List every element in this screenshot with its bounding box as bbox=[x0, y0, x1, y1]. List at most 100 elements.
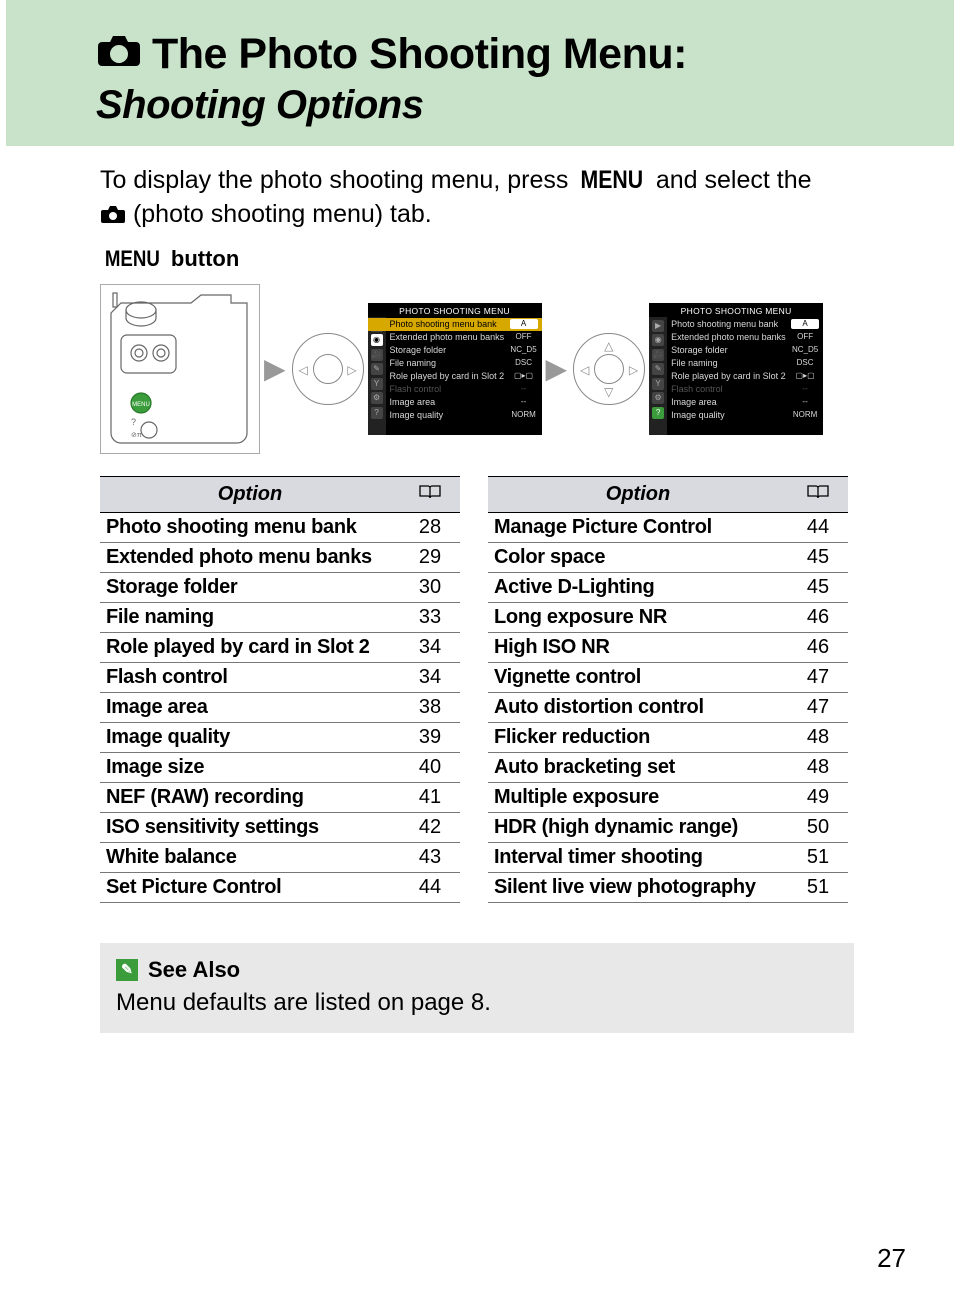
option-name: Interval timer shooting bbox=[488, 842, 788, 872]
lcd-row-label: Photo shooting menu bank bbox=[671, 319, 791, 329]
table-row: Photo shooting menu bank28 bbox=[100, 512, 460, 542]
lcd-row-label: Image quality bbox=[390, 410, 510, 420]
lcd-row-value: ▢▸▢ bbox=[510, 371, 538, 381]
option-name: File naming bbox=[100, 602, 400, 632]
lcd-screenshot-1: ▶◉🎥✎Y⚙? PHOTO SHOOTING MENU Photo shooti… bbox=[368, 303, 542, 435]
option-page: 51 bbox=[788, 842, 848, 872]
option-page: 28 bbox=[400, 512, 460, 542]
table-header-option: Option bbox=[100, 476, 400, 512]
table-row: Auto bracketing set48 bbox=[488, 752, 848, 782]
option-page: 41 bbox=[400, 782, 460, 812]
multi-selector-illustration: △ ▽ ◁ ▷ bbox=[573, 333, 645, 405]
lcd-row: Storage folderNC_D5 bbox=[368, 344, 542, 357]
option-page: 34 bbox=[400, 662, 460, 692]
lcd-row: Photo shooting menu bankA bbox=[368, 318, 542, 331]
table-header-page-icon bbox=[400, 476, 460, 512]
option-name: Manage Picture Control bbox=[488, 512, 788, 542]
lcd-row-value: -- bbox=[510, 384, 538, 394]
options-tables: Option Photo shooting menu bank28Extende… bbox=[100, 476, 854, 903]
table-row: Manage Picture Control44 bbox=[488, 512, 848, 542]
table-row: Role played by card in Slot 234 bbox=[100, 632, 460, 662]
page-number: 27 bbox=[877, 1243, 906, 1274]
intro-text-2: and select the bbox=[649, 166, 812, 194]
table-row: Storage folder30 bbox=[100, 572, 460, 602]
arrow-icon: ▶ bbox=[546, 352, 568, 385]
lcd-row: Photo shooting menu bankA bbox=[649, 318, 823, 331]
option-page: 39 bbox=[400, 722, 460, 752]
lcd-row: Extended photo menu banksOFF bbox=[649, 331, 823, 344]
option-page: 46 bbox=[788, 602, 848, 632]
table-row: Vignette control47 bbox=[488, 662, 848, 692]
table-row: High ISO NR46 bbox=[488, 632, 848, 662]
table-header-page-icon bbox=[788, 476, 848, 512]
lcd-row-value: OFF bbox=[791, 332, 819, 342]
intro-text-3: (photo shooting menu) tab. bbox=[133, 200, 432, 228]
lcd-row-value: DSC bbox=[510, 358, 538, 368]
button-label-suffix: button bbox=[165, 246, 240, 271]
option-name: Image size bbox=[100, 752, 400, 782]
camera-icon bbox=[96, 30, 142, 79]
lcd-row-label: Extended photo menu banks bbox=[390, 332, 510, 342]
option-name: Flicker reduction bbox=[488, 722, 788, 752]
option-name: ISO sensitivity settings bbox=[100, 812, 400, 842]
table-row: HDR (high dynamic range)50 bbox=[488, 812, 848, 842]
pencil-icon: ✎ bbox=[116, 959, 138, 981]
lcd-row-label: Image area bbox=[390, 397, 510, 407]
lcd-row-label: Storage folder bbox=[671, 345, 791, 355]
table-row: Image size40 bbox=[100, 752, 460, 782]
lcd-row-label: Photo shooting menu bank bbox=[390, 319, 510, 329]
table-row: Set Picture Control44 bbox=[100, 872, 460, 902]
table-row: Active D-Lighting45 bbox=[488, 572, 848, 602]
option-name: Role played by card in Slot 2 bbox=[100, 632, 400, 662]
see-also-header-text: See Also bbox=[148, 957, 240, 983]
page-header: The Photo Shooting Menu: Shooting Option… bbox=[6, 0, 954, 146]
lcd-title: PHOTO SHOOTING MENU bbox=[649, 303, 823, 318]
lcd-row-label: Image area bbox=[671, 397, 791, 407]
lcd-row-label: Role played by card in Slot 2 bbox=[671, 371, 791, 381]
option-page: 48 bbox=[788, 752, 848, 782]
lcd-row-value: NORM bbox=[510, 410, 538, 420]
table-row: ISO sensitivity settings42 bbox=[100, 812, 460, 842]
option-page: 29 bbox=[400, 542, 460, 572]
lcd-row-label: File naming bbox=[390, 358, 510, 368]
option-name: Silent live view photography bbox=[488, 872, 788, 902]
lcd-row-value: -- bbox=[510, 397, 538, 407]
option-page: 34 bbox=[400, 632, 460, 662]
table-header-option: Option bbox=[488, 476, 788, 512]
header-title-line-1: The Photo Shooting Menu: bbox=[96, 30, 954, 79]
table-row: Silent live view photography51 bbox=[488, 872, 848, 902]
lcd-row-value: A bbox=[791, 319, 819, 329]
table-row: Long exposure NR46 bbox=[488, 602, 848, 632]
table-row: Image area38 bbox=[100, 692, 460, 722]
option-name: Photo shooting menu bank bbox=[100, 512, 400, 542]
lcd-row-value: NC_D5 bbox=[791, 345, 819, 355]
lcd-row: Storage folderNC_D5 bbox=[649, 344, 823, 357]
lcd-row: File namingDSC bbox=[649, 357, 823, 370]
option-name: Active D-Lighting bbox=[488, 572, 788, 602]
intro-paragraph: To display the photo shooting menu, pres… bbox=[100, 164, 854, 232]
lcd-row: Flash control-- bbox=[649, 383, 823, 396]
option-page: 45 bbox=[788, 572, 848, 602]
lcd-row: Image area-- bbox=[649, 396, 823, 409]
header-title-1-text: The Photo Shooting Menu: bbox=[152, 30, 687, 79]
svg-text:⊘π: ⊘π bbox=[131, 432, 142, 439]
table-row: Extended photo menu banks29 bbox=[100, 542, 460, 572]
lcd-row: File namingDSC bbox=[368, 357, 542, 370]
lcd-row-label: File naming bbox=[671, 358, 791, 368]
table-row: NEF (RAW) recording41 bbox=[100, 782, 460, 812]
multi-selector-illustration: ◁ ▷ bbox=[292, 333, 364, 405]
lcd-row-value: NORM bbox=[791, 410, 819, 420]
table-row: Flicker reduction48 bbox=[488, 722, 848, 752]
header-title-line-2: Shooting Options bbox=[96, 83, 954, 128]
lcd-title: PHOTO SHOOTING MENU bbox=[368, 303, 542, 318]
lcd-row: Role played by card in Slot 2▢▸▢ bbox=[649, 370, 823, 383]
svg-text:MENU: MENU bbox=[132, 402, 150, 408]
option-page: 38 bbox=[400, 692, 460, 722]
lcd-row-label: Storage folder bbox=[390, 345, 510, 355]
lcd-row: Image qualityNORM bbox=[368, 409, 542, 422]
option-name: Long exposure NR bbox=[488, 602, 788, 632]
option-page: 44 bbox=[400, 872, 460, 902]
option-name: Auto distortion control bbox=[488, 692, 788, 722]
see-also-box: ✎ See Also Menu defaults are listed on p… bbox=[100, 943, 854, 1033]
options-table-right: Option Manage Picture Control44Color spa… bbox=[488, 476, 848, 903]
